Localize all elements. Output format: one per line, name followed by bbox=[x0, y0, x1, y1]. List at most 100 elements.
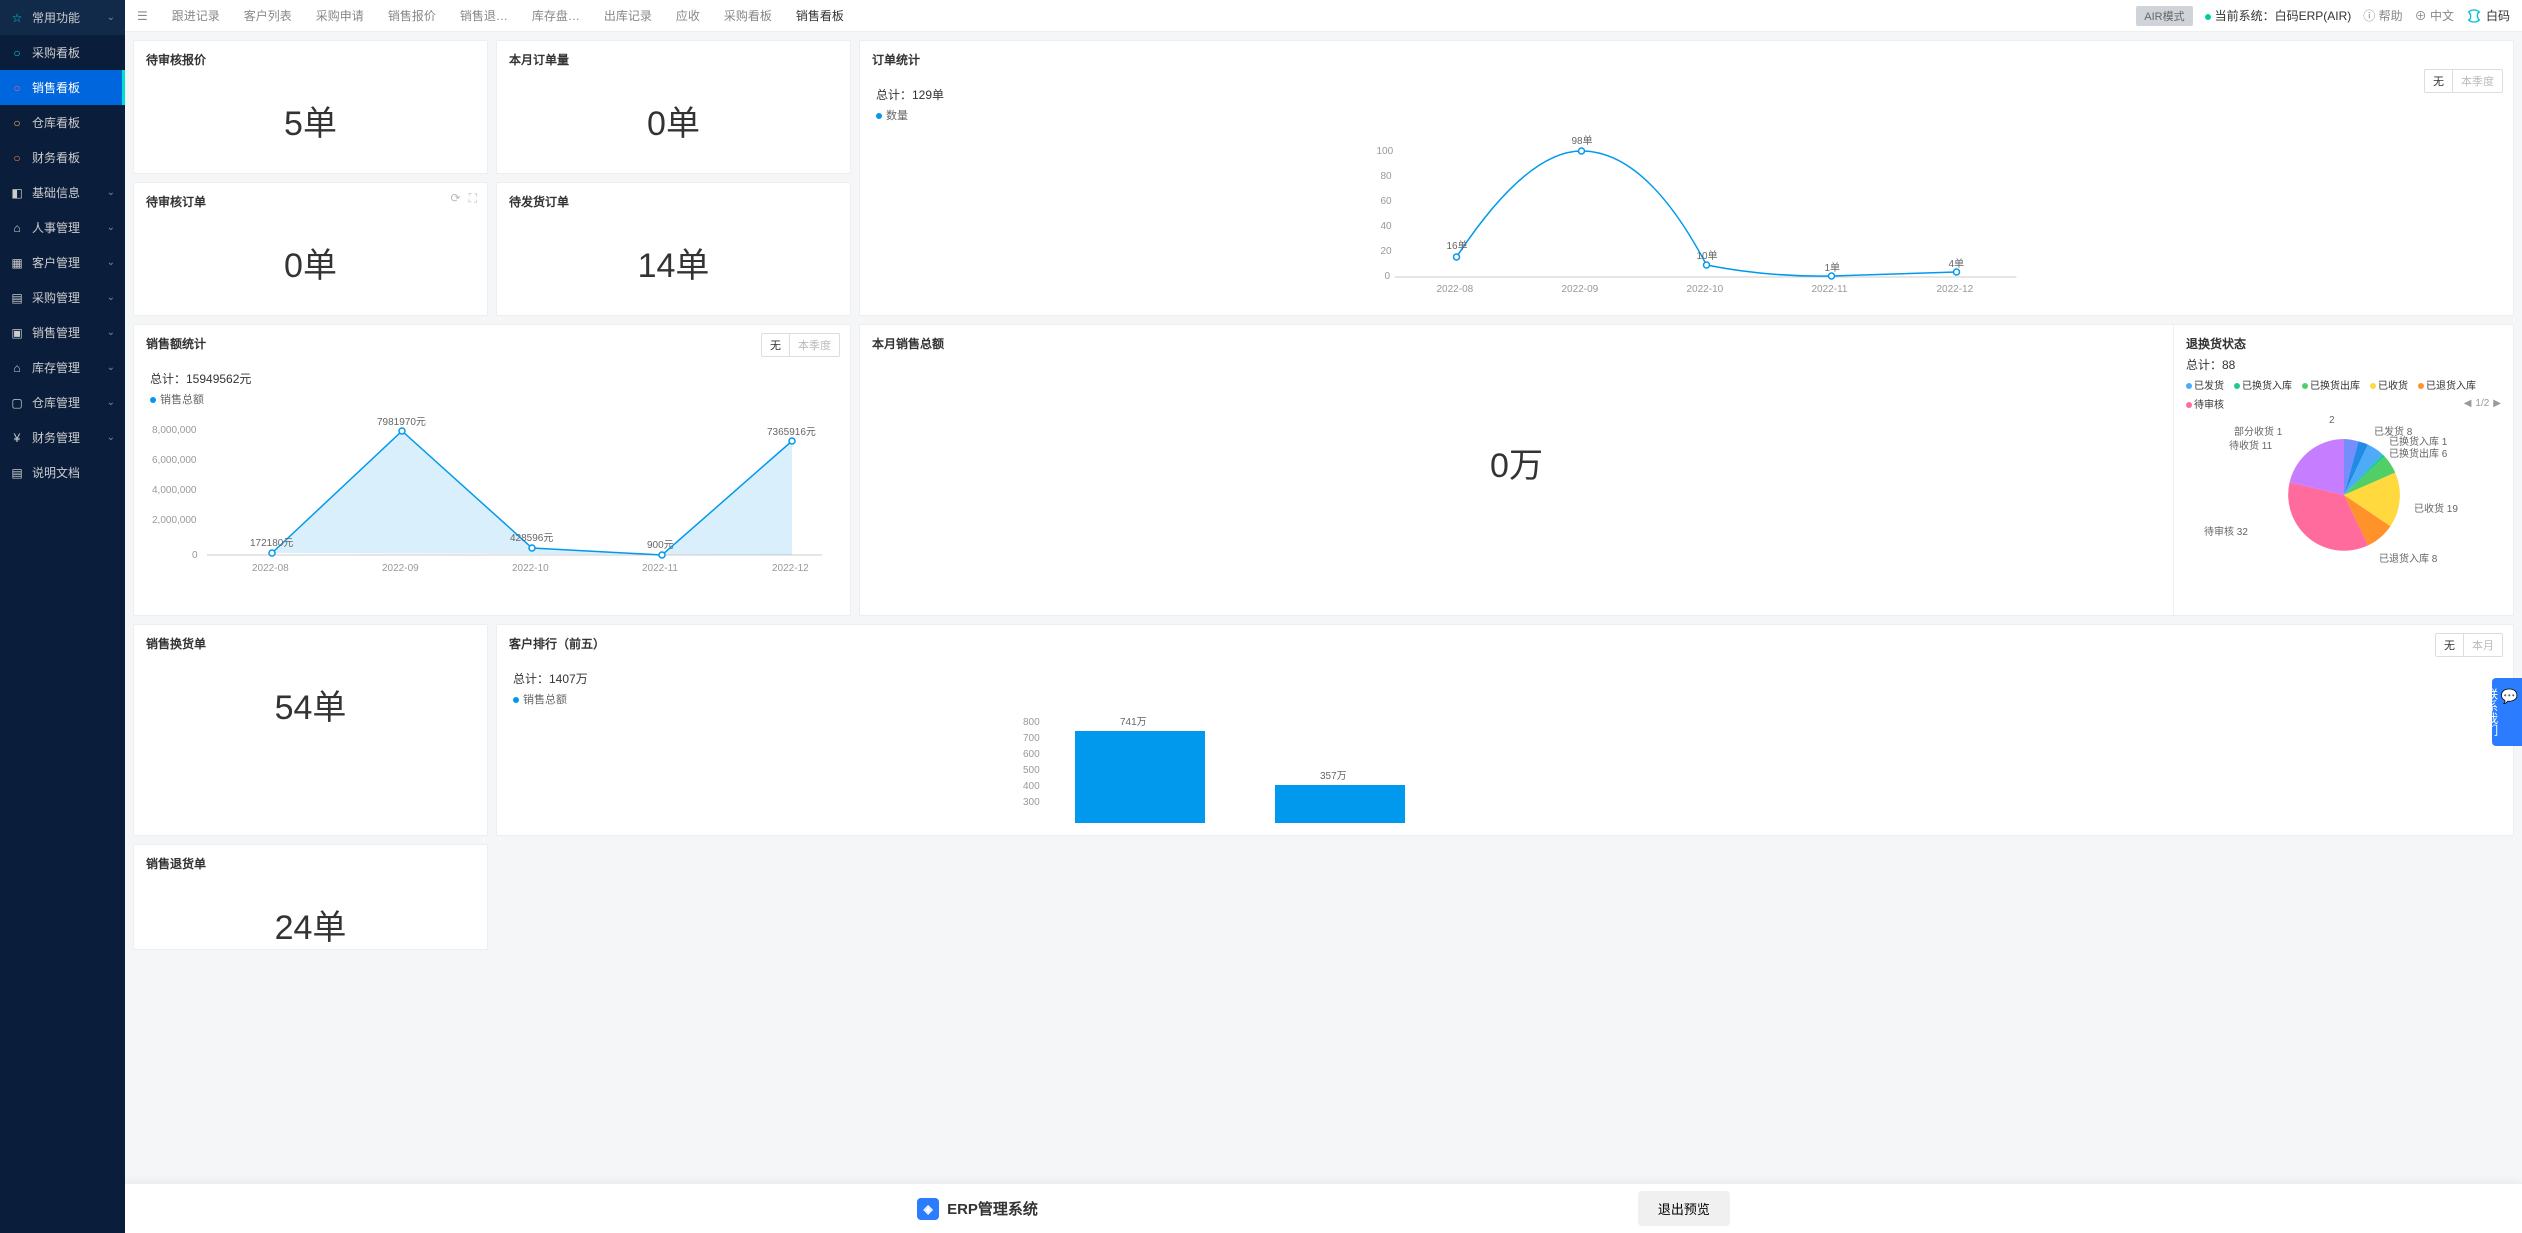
sidebar-item-warehouse-board[interactable]: ○ 仓库看板 bbox=[0, 105, 125, 140]
sidebar-label: 财务看板 bbox=[32, 149, 80, 166]
sidebar-item-inventory[interactable]: ⌂ 库存管理 ⌄ bbox=[0, 350, 125, 385]
sidebar-item-basic[interactable]: ◧ 基础信息 ⌄ bbox=[0, 175, 125, 210]
svg-text:2022-11: 2022-11 bbox=[1812, 284, 1848, 295]
filter-none[interactable]: 无 bbox=[762, 334, 790, 356]
sidebar-item-common[interactable]: ☆ 常用功能 ⌄ bbox=[0, 0, 125, 35]
card-sales-amount: 销售额统计 无 本季度 总计：15949562元 销售总额 8,000,0006… bbox=[133, 324, 851, 616]
svg-text:80: 80 bbox=[1381, 171, 1393, 182]
card-title: 待发货订单 bbox=[497, 183, 850, 220]
card-title: 本月订单量 bbox=[497, 41, 850, 78]
footer-title: ◈ ERP管理系统 bbox=[917, 1198, 1038, 1220]
svg-text:172180元: 172180元 bbox=[250, 538, 293, 549]
svg-text:4单: 4单 bbox=[1949, 258, 1965, 270]
kpi-value: 0单 bbox=[497, 78, 850, 173]
svg-text:2,000,000: 2,000,000 bbox=[152, 515, 197, 526]
chart-legend: 数量 bbox=[876, 107, 2497, 123]
filter-none[interactable]: 无 bbox=[2425, 70, 2453, 92]
tab-customers[interactable]: 客户列表 bbox=[232, 0, 304, 32]
filter-quarter[interactable]: 本季度 bbox=[2453, 70, 2502, 92]
air-mode-badge[interactable]: AIR模式 bbox=[2136, 6, 2192, 26]
star-icon: ☆ bbox=[10, 11, 24, 25]
svg-text:2022-11: 2022-11 bbox=[642, 563, 678, 574]
card-title: 销售退货单 bbox=[134, 845, 487, 882]
tab-inventory-check[interactable]: 库存盘… bbox=[520, 0, 592, 32]
return-status-pie: 部分收货 1 2 已发货 8 待收货 11 已换货入库 1 已换货出库 6 已收… bbox=[2174, 415, 2513, 615]
sidebar-item-sales-board[interactable]: ○ 销售看板 bbox=[0, 70, 125, 105]
pie-page: 1/2 bbox=[2475, 398, 2489, 409]
sidebar-item-finance[interactable]: ¥ 财务管理 ⌄ bbox=[0, 420, 125, 455]
legend-dot-icon bbox=[150, 397, 156, 403]
pie-next-icon[interactable]: ▶ bbox=[2493, 398, 2501, 409]
svg-text:2022-08: 2022-08 bbox=[1437, 284, 1474, 295]
refresh-icon[interactable]: ⟳ bbox=[451, 191, 461, 206]
svg-text:8,000,000: 8,000,000 bbox=[152, 425, 197, 436]
box-icon: ▢ bbox=[10, 396, 24, 410]
sidebar-item-purchase[interactable]: ▤ 采购管理 ⌄ bbox=[0, 280, 125, 315]
doc-icon: ▤ bbox=[10, 466, 24, 480]
legend-dot-icon bbox=[2234, 383, 2240, 389]
chat-icon: 💬 bbox=[2501, 688, 2518, 705]
pie-prev-icon[interactable]: ◀ bbox=[2464, 398, 2472, 409]
footer: ◈ ERP管理系统 退出预览 bbox=[125, 1183, 2522, 1233]
pie-legend: 已发货 已换货入库 已换货出库 已收货 已退货入库 待审核 ◀1/2▶ bbox=[2174, 377, 2513, 415]
system-indicator[interactable]: 当前系统：白码ERP(AIR) bbox=[2205, 7, 2352, 24]
sidebar-item-hr[interactable]: ⌂ 人事管理 ⌄ bbox=[0, 210, 125, 245]
filter-tabs: 无 本月 bbox=[2435, 633, 2503, 657]
svg-text:900元: 900元 bbox=[647, 540, 674, 551]
tab-purchase-req[interactable]: 采购申请 bbox=[304, 0, 376, 32]
svg-text:100: 100 bbox=[1377, 146, 1394, 157]
help-link[interactable]: ⓘ 帮助 bbox=[2363, 7, 2402, 24]
svg-text:600: 600 bbox=[1023, 749, 1040, 760]
brand[interactable]: 白码 bbox=[2466, 7, 2510, 24]
tab-outbound[interactable]: 出库记录 bbox=[592, 0, 664, 32]
tab-sales-return[interactable]: 销售退… bbox=[448, 0, 520, 32]
sidebar-item-purchase-board[interactable]: ○ 采购看板 bbox=[0, 35, 125, 70]
svg-text:4,000,000: 4,000,000 bbox=[152, 485, 197, 496]
house-icon: ⌂ bbox=[10, 361, 24, 375]
collapse-icon[interactable]: ☰ bbox=[137, 9, 148, 23]
tab-sales-quote[interactable]: 销售报价 bbox=[376, 0, 448, 32]
sidebar-label: 采购管理 bbox=[32, 289, 80, 306]
sidebar-item-customer[interactable]: ▦ 客户管理 ⌄ bbox=[0, 245, 125, 280]
sidebar-label: 库存管理 bbox=[32, 359, 80, 376]
tab-followup[interactable]: 跟进记录 bbox=[160, 0, 232, 32]
svg-text:428596元: 428596元 bbox=[510, 533, 553, 544]
expand-icon[interactable]: ⛶ bbox=[469, 191, 477, 206]
card-pending-order: 待审核订单 ⟳⛶ 0单 bbox=[133, 182, 488, 316]
kpi-value: 0万 bbox=[860, 362, 2173, 562]
sidebar-item-sales[interactable]: ▣ 销售管理 ⌄ bbox=[0, 315, 125, 350]
filter-quarter[interactable]: 本季度 bbox=[790, 334, 839, 356]
chevron-down-icon: ⌄ bbox=[107, 257, 115, 268]
filter-month[interactable]: 本月 bbox=[2464, 634, 2502, 656]
tabs: 跟进记录 客户列表 采购申请 销售报价 销售退… 库存盘… 出库记录 应收 采购… bbox=[160, 0, 2132, 32]
order-stats-chart: 1008060 40200 16单 98单 10单 bbox=[876, 129, 2497, 299]
dot-icon: ○ bbox=[10, 116, 24, 130]
svg-text:7365916元: 7365916元 bbox=[767, 427, 816, 438]
card-month-sales-return: 本月销售总额 0万 退换货状态 总计：88 已发货 已换货入库 已换货出库 已收… bbox=[859, 324, 2514, 616]
lang-switch[interactable]: ⊕ 中文 bbox=[2415, 7, 2454, 24]
contact-us-float[interactable]: 💬 联系我们 bbox=[2492, 678, 2522, 746]
chevron-down-icon: ⌄ bbox=[107, 292, 115, 303]
filter-none[interactable]: 无 bbox=[2436, 634, 2464, 656]
chart-total: 总计：1407万 bbox=[513, 670, 2497, 687]
sidebar-item-warehouse[interactable]: ▢ 仓库管理 ⌄ bbox=[0, 385, 125, 420]
card-title: 本月销售总额 bbox=[860, 325, 2173, 362]
sidebar-item-finance-board[interactable]: ○ 财务看板 bbox=[0, 140, 125, 175]
tab-purchase-board[interactable]: 采购看板 bbox=[712, 0, 784, 32]
svg-text:357万: 357万 bbox=[1320, 771, 1347, 782]
svg-text:2022-10: 2022-10 bbox=[1687, 284, 1724, 295]
tab-sales-board[interactable]: 销售看板 bbox=[784, 0, 856, 32]
legend-dot-icon bbox=[876, 113, 882, 119]
card-title: 待审核报价 bbox=[134, 41, 487, 78]
exit-preview-button[interactable]: 退出预览 bbox=[1638, 1191, 1730, 1226]
kpi-value: 54单 bbox=[134, 662, 487, 757]
chevron-down-icon: ⌄ bbox=[107, 362, 115, 373]
grid-icon: ▦ bbox=[10, 256, 24, 270]
sidebar-item-docs[interactable]: ▤ 说明文档 bbox=[0, 455, 125, 490]
tag-icon: ▣ bbox=[10, 326, 24, 340]
chevron-down-icon: ⌄ bbox=[107, 12, 115, 23]
sidebar-label: 销售看板 bbox=[32, 79, 80, 96]
tab-receivable[interactable]: 应收 bbox=[664, 0, 712, 32]
id-icon: ◧ bbox=[10, 186, 24, 200]
brand-logo-icon bbox=[2466, 8, 2482, 24]
